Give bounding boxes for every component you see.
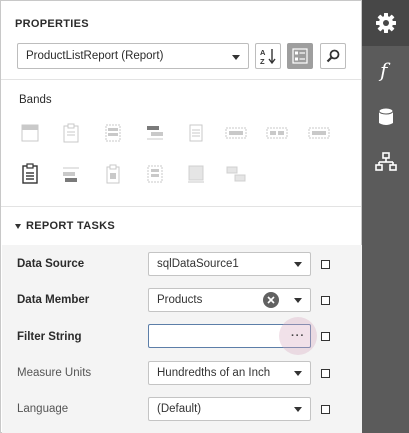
selected-component: ProductListReport (Report): [26, 50, 164, 62]
categorized-view-icon: [292, 48, 308, 64]
chevron-down-icon: [232, 55, 240, 60]
sort-alphabetical-icon: A Z: [260, 48, 276, 65]
chevron-down-icon: [294, 262, 302, 267]
report-header-band-icon[interactable]: [60, 122, 82, 144]
sort-alphabetical-button[interactable]: A Z: [255, 43, 281, 69]
data-member-select[interactable]: Products: [148, 288, 311, 312]
divider: [1, 206, 361, 207]
language-checkbox[interactable]: [321, 405, 330, 414]
field-list-tab[interactable]: [362, 94, 409, 140]
filter-editor-ellipsis-button[interactable]: ···: [279, 317, 317, 355]
collapse-triangle-icon: [15, 223, 21, 229]
clear-icon[interactable]: [263, 292, 279, 308]
detail-band-icon[interactable]: [185, 122, 207, 144]
chevron-down-icon: [294, 298, 302, 303]
report-tasks-title: REPORT TASKS: [26, 220, 115, 232]
side-tab-rail: f: [362, 0, 409, 433]
chevron-down-icon: [294, 371, 302, 376]
top-margin-band-icon[interactable]: [19, 122, 41, 144]
measure-units-label: Measure Units: [17, 367, 92, 379]
group-footer-band-icon[interactable]: [266, 122, 288, 144]
categorized-view-button[interactable]: [287, 43, 313, 69]
data-source-select[interactable]: sqlDataSource1: [148, 252, 311, 276]
data-source-label: Data Source: [17, 258, 85, 270]
report-explorer-tab[interactable]: [362, 139, 409, 185]
filter-string-label: Filter String: [17, 331, 82, 343]
detail-report-band-icon[interactable]: [225, 122, 247, 144]
data-member-value: Products: [157, 294, 203, 306]
language-value: (Default): [157, 403, 202, 415]
search-icon: [326, 49, 340, 63]
measure-units-value: Hundredths of an Inch: [157, 367, 271, 379]
vertical-total-band-icon[interactable]: [185, 163, 207, 185]
measure-units-select[interactable]: Hundredths of an Inch: [148, 361, 311, 385]
group-header-band-icon[interactable]: [144, 122, 166, 144]
svg-text:A: A: [260, 48, 266, 57]
data-source-checkbox[interactable]: [321, 260, 330, 269]
sub-band-icon[interactable]: [60, 163, 82, 185]
vertical-detail-band-icon[interactable]: [144, 163, 166, 185]
vertical-header-band-icon[interactable]: [102, 163, 124, 185]
expressions-tab[interactable]: f: [362, 47, 409, 93]
properties-panel: PROPERTIES ProductListReport (Report) A …: [0, 0, 362, 433]
hierarchy-icon: [374, 152, 397, 171]
data-member-label: Data Member: [17, 294, 90, 306]
database-icon: [378, 107, 393, 125]
svg-text:f: f: [378, 59, 391, 81]
page-header-band-icon[interactable]: [102, 122, 124, 144]
svg-text:Z: Z: [260, 57, 265, 65]
component-selector[interactable]: ProductListReport (Report): [17, 43, 249, 69]
ellipsis-icon: ···: [291, 330, 305, 342]
report-footer-band-icon[interactable]: [308, 122, 330, 144]
language-label: Language: [17, 403, 69, 415]
page-footer-band-icon[interactable]: [19, 163, 41, 185]
cross-band-icon[interactable]: [225, 163, 247, 185]
divider: [1, 79, 361, 80]
search-button[interactable]: [320, 43, 346, 69]
gear-icon: [375, 13, 396, 33]
filter-string-checkbox[interactable]: [321, 332, 330, 341]
function-icon: f: [378, 59, 391, 81]
language-select[interactable]: (Default): [148, 397, 311, 421]
bands-label: Bands: [19, 94, 52, 106]
measure-units-checkbox[interactable]: [321, 369, 330, 378]
chevron-down-icon: [294, 407, 302, 412]
report-tasks-header[interactable]: REPORT TASKS: [15, 220, 115, 232]
properties-tab[interactable]: [362, 0, 409, 46]
data-member-checkbox[interactable]: [321, 296, 330, 305]
data-source-value: sqlDataSource1: [157, 258, 239, 270]
properties-title: PROPERTIES: [15, 18, 89, 30]
